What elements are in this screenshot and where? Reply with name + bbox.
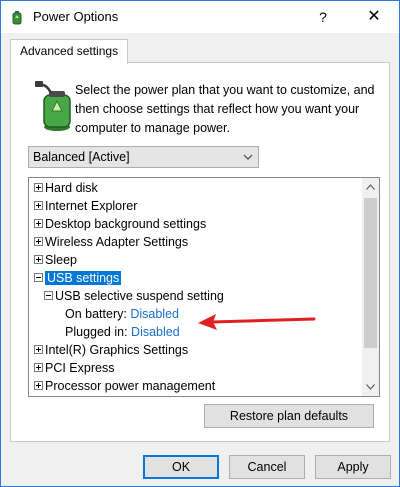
advanced-settings-panel: Select the power plan that you want to c… [10,62,390,442]
battery-power-icon [35,81,71,131]
expand-icon[interactable] [34,237,43,247]
scroll-up-arrow-icon[interactable] [366,184,375,190]
setting-on-battery[interactable]: On battery: Disabled [65,306,179,323]
tree-item-label: USB selective suspend setting [55,289,224,303]
tree-item-label: Hard disk [45,181,98,195]
power-plan-selected-value: Balanced [Active] [33,150,130,164]
tree-item-label: Processor power management [45,379,216,393]
apply-button[interactable]: Apply [315,455,391,479]
tree-item-label: Sleep [45,253,77,267]
plugged-in-value-link[interactable]: Disabled [131,325,180,339]
help-button[interactable]: ? [307,1,339,33]
close-button[interactable]: ✕ [357,1,391,33]
tree-item-label: Desktop background settings [45,217,207,231]
tree-item-processor-power[interactable]: Processor power management [34,378,215,395]
plan-description: Select the power plan that you want to c… [75,83,375,135]
power-plan-dropdown[interactable]: Balanced [Active] [28,146,259,168]
power-options-app-icon [12,11,22,25]
tree-item-label: Wireless Adapter Settings [45,235,189,249]
expand-icon[interactable] [34,255,43,265]
expand-icon[interactable] [34,345,43,355]
collapse-icon[interactable] [34,273,43,283]
expand-icon[interactable] [34,219,43,229]
tree-item-label: PCI Express [45,361,115,375]
tab-advanced-settings[interactable]: Advanced settings [10,39,129,64]
tree-item-wireless-adapter[interactable]: Wireless Adapter Settings [34,234,188,251]
tree-item-usb-settings[interactable]: USB settings [34,270,122,287]
ok-button[interactable]: OK [143,455,219,479]
power-settings-tree: Hard disk Internet Explorer Desktop back… [28,177,380,397]
restore-plan-defaults-button[interactable]: Restore plan defaults [204,404,374,428]
vertical-scrollbar[interactable] [362,178,379,396]
on-battery-value-link[interactable]: Disabled [130,307,179,321]
title-bar: Power Options ? ✕ [1,1,399,33]
tree-item-sleep[interactable]: Sleep [34,252,77,269]
setting-label: On battery: [65,307,127,321]
collapse-icon[interactable] [44,291,53,301]
window-title: Power Options [33,9,119,24]
tree-item-hard-disk[interactable]: Hard disk [34,180,98,197]
setting-label: Plugged in: [65,325,128,339]
setting-plugged-in[interactable]: Plugged in: Disabled [65,324,180,341]
cancel-button[interactable]: Cancel [229,455,305,479]
scrollbar-thumb[interactable] [364,198,377,348]
expand-icon[interactable] [34,201,43,211]
tree-item-desktop-background[interactable]: Desktop background settings [34,216,206,233]
tree-item-internet-explorer[interactable]: Internet Explorer [34,198,137,215]
expand-icon[interactable] [34,183,43,193]
tree-item-pci-express[interactable]: PCI Express [34,360,114,377]
power-options-dialog: Power Options ? ✕ Advanced settings Sele… [0,0,400,487]
chevron-down-icon [243,154,253,160]
tree-item-label: USB settings [45,271,122,285]
tree-item-usb-selective-suspend[interactable]: USB selective suspend setting [44,288,224,305]
red-arrow-annotation-icon [198,314,316,330]
expand-icon[interactable] [34,363,43,373]
tree-item-intel-graphics[interactable]: Intel(R) Graphics Settings [34,342,188,359]
tree-item-label: Intel(R) Graphics Settings [45,343,189,357]
expand-icon[interactable] [34,381,43,391]
tree-item-label: Internet Explorer [45,199,138,213]
scroll-down-arrow-icon[interactable] [366,384,375,390]
